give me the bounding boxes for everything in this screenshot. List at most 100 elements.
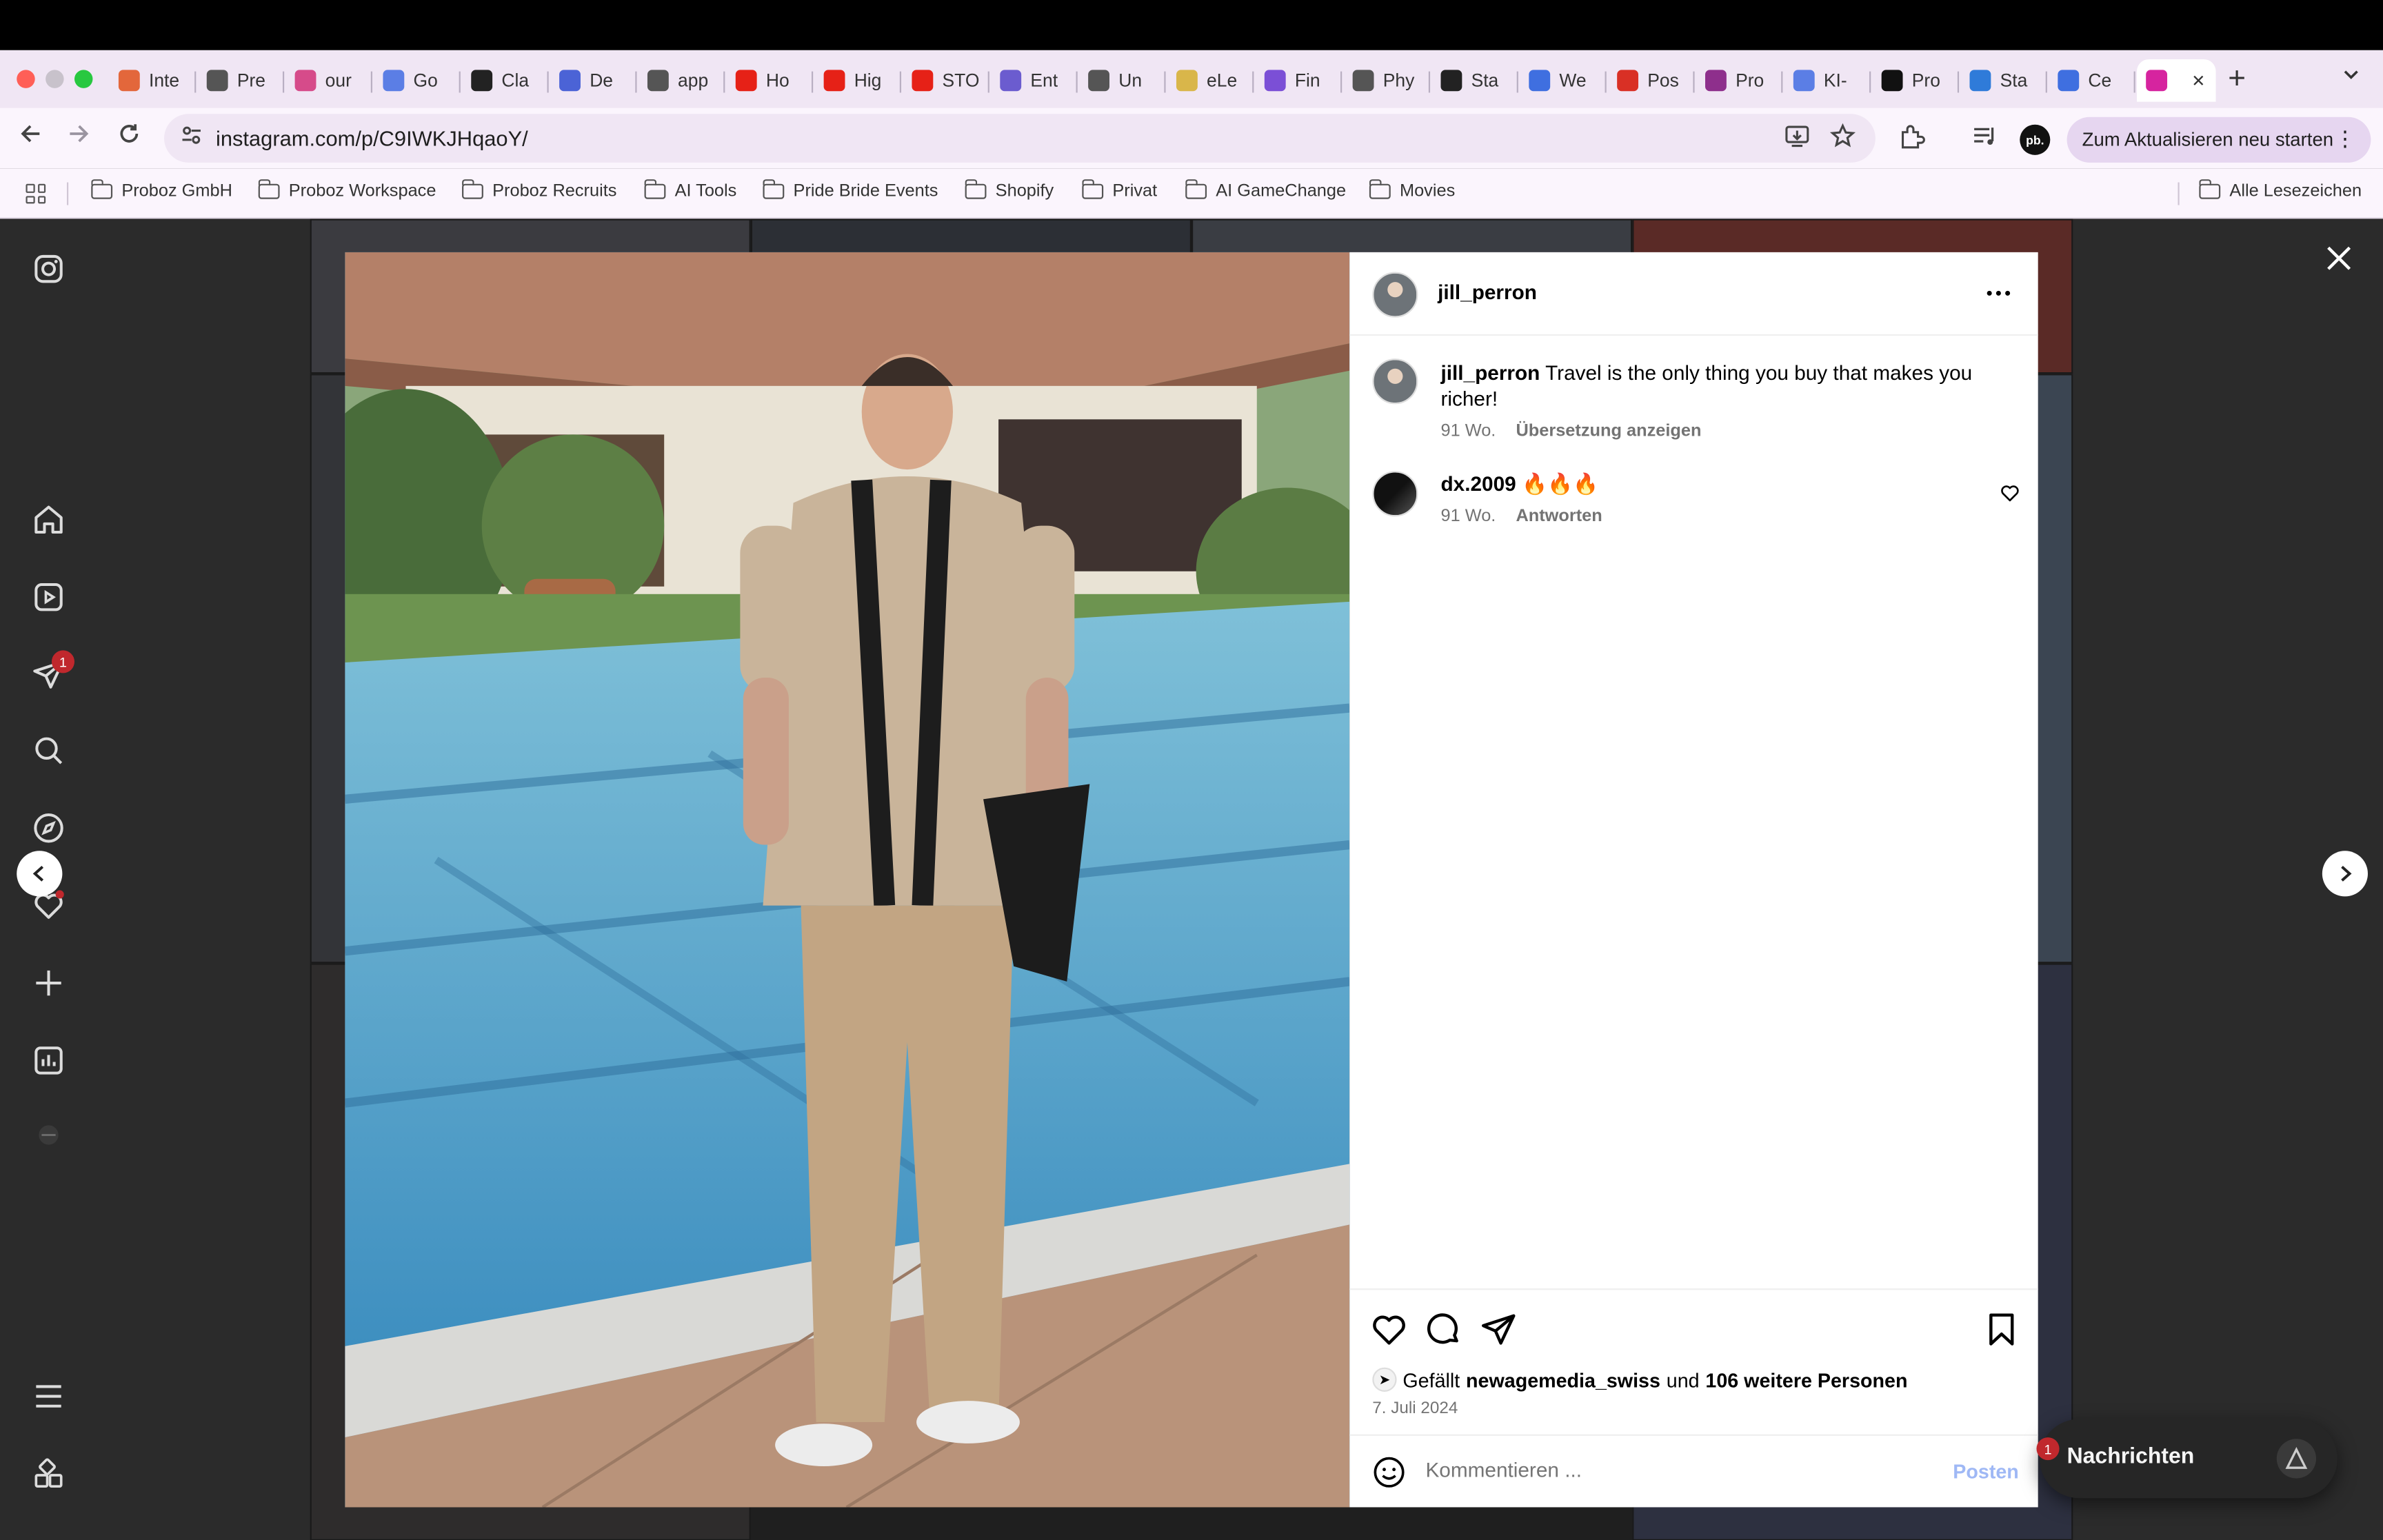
messages-widget[interactable]: 1 Nachrichten — [2036, 1419, 2337, 1499]
media-controls-icon[interactable] — [1971, 123, 1999, 156]
bookmark-star-icon[interactable] — [1829, 123, 1856, 155]
browser-tab[interactable]: Hig — [814, 59, 896, 102]
close-modal-button[interactable] — [2325, 240, 2353, 283]
site-settings-icon[interactable] — [179, 123, 203, 152]
browser-tab[interactable]: Fin — [1256, 59, 1338, 102]
bookmark-folder[interactable]: AI Tools — [643, 179, 736, 201]
install-app-icon[interactable] — [1784, 123, 1810, 155]
elevenlabs-icon — [1176, 70, 1198, 92]
likes-others[interactable]: 106 weitere Personen — [1705, 1368, 1907, 1391]
previous-post-button[interactable] — [17, 851, 63, 897]
new-tab-button[interactable]: + — [2228, 62, 2246, 97]
globe-icon — [1088, 70, 1109, 92]
bookmark-folder[interactable]: Pride Bride Events — [762, 179, 938, 201]
comment-input[interactable] — [1425, 1458, 1927, 1481]
caption-author-avatar[interactable] — [1372, 358, 1418, 405]
browser-tab[interactable]: Sta — [1431, 59, 1514, 102]
author-avatar[interactable] — [1372, 272, 1418, 318]
back-button[interactable] — [18, 121, 42, 153]
more-horizontal-icon — [1987, 290, 2011, 296]
browser-tab[interactable]: Ho — [727, 59, 809, 102]
apps-grid-icon[interactable] — [26, 183, 46, 204]
bookmark-folder[interactable]: Movies — [1368, 179, 1455, 201]
comment-button[interactable] — [1425, 1311, 1462, 1348]
browser-tab[interactable]: We — [1520, 59, 1602, 102]
minimize-window-button[interactable] — [46, 70, 64, 88]
browser-tab[interactable]: Ce — [2049, 59, 2131, 102]
extensions-icon[interactable] — [1898, 123, 1926, 156]
close-window-button[interactable] — [17, 70, 35, 88]
browser-tab[interactable]: Cla — [462, 59, 544, 102]
tab-label: Ho — [765, 70, 790, 92]
tab-separator — [1516, 71, 1518, 93]
liker-avatar[interactable]: ➤ — [1372, 1367, 1397, 1392]
browser-tab[interactable]: Inte — [110, 59, 192, 102]
like-comment-button[interactable] — [2000, 483, 2020, 511]
bookmark-folder[interactable]: Proboz Workspace — [257, 179, 436, 201]
bookmark-folder[interactable]: Proboz GmbH — [90, 179, 232, 201]
reels-icon[interactable] — [30, 579, 67, 616]
browser-tab[interactable]: Pro — [1872, 59, 1954, 102]
likes-user[interactable]: newagemedia_swiss — [1466, 1368, 1660, 1391]
commenter-avatar[interactable] — [1372, 471, 1418, 517]
update-restart-button[interactable]: Zum Aktualisieren neu starten ⋮ — [2067, 116, 2371, 163]
comment-meta: 91 Wo. Antworten — [1440, 507, 1602, 525]
browser-tab[interactable]: Go — [374, 59, 456, 102]
browser-tab[interactable]: Un — [1079, 59, 1161, 102]
folder-icon — [461, 179, 483, 199]
close-tab-icon[interactable]: ✕ — [2191, 70, 2205, 90]
reply-link[interactable]: Antworten — [1516, 507, 1602, 525]
emoji-button[interactable] — [1372, 1456, 1405, 1489]
search-icon[interactable] — [30, 732, 67, 769]
meta-apps-icon[interactable] — [30, 1456, 67, 1492]
browser-tab[interactable]: Phy — [1343, 59, 1425, 102]
tab-separator — [370, 71, 373, 93]
maximize-window-button[interactable] — [74, 70, 93, 88]
browser-tab[interactable]: Pos — [1608, 59, 1690, 102]
browser-tab[interactable]: ✕ — [2136, 59, 2216, 102]
next-post-button[interactable] — [2322, 851, 2368, 897]
show-translation-link[interactable]: Übersetzung anzeigen — [1516, 423, 1701, 440]
like-button[interactable] — [1371, 1311, 1407, 1348]
caption-username[interactable]: jill_perron — [1440, 362, 1540, 385]
post-comment-button[interactable]: Posten — [1953, 1460, 2019, 1483]
comment-username[interactable]: dx.2009 — [1440, 472, 1516, 495]
browser-tab[interactable]: Sta — [1960, 59, 2042, 102]
bookmark-folder[interactable]: Proboz Recruits — [461, 179, 616, 201]
share-button[interactable] — [1480, 1311, 1517, 1348]
bookmark-folder[interactable]: Privat — [1081, 179, 1157, 201]
bookmark-folder[interactable]: Shopify — [964, 179, 1054, 201]
browser-tab[interactable]: De — [550, 59, 632, 102]
profile-avatar-icon[interactable] — [30, 1117, 67, 1153]
home-icon[interactable] — [30, 501, 67, 538]
reload-button[interactable] — [117, 121, 141, 153]
author-username[interactable]: jill_perron — [1438, 281, 1537, 304]
post-options-button[interactable] — [1985, 280, 2013, 315]
dashboard-chart-icon[interactable] — [30, 1042, 67, 1079]
instagram-logo-icon[interactable] — [30, 251, 67, 287]
browser-tab[interactable]: KI- — [1784, 59, 1867, 102]
all-bookmarks-button[interactable]: Alle Lesezeichen — [2198, 179, 2362, 201]
bookmark-folder[interactable]: AI GameChange — [1185, 179, 1346, 201]
explore-compass-icon[interactable] — [30, 810, 67, 847]
messages-contact-avatar[interactable] — [2276, 1439, 2317, 1479]
profile-avatar[interactable]: pb. — [2020, 124, 2051, 155]
browser-tab[interactable]: Pre — [198, 59, 280, 102]
address-bar[interactable]: instagram.com/p/C9IWKJHqaoY/ — [164, 114, 1876, 163]
url-text[interactable]: instagram.com/p/C9IWKJHqaoY/ — [216, 126, 528, 150]
reload-icon — [120, 124, 139, 143]
forward-button[interactable] — [67, 121, 91, 153]
create-plus-icon[interactable] — [30, 965, 67, 1002]
post-date[interactable]: 7. Juli 2024 — [1372, 1399, 1458, 1417]
browser-tab[interactable]: STO — [903, 59, 985, 102]
browser-tab[interactable]: app — [639, 59, 721, 102]
save-button[interactable] — [1983, 1311, 2020, 1348]
more-menu-icon[interactable] — [30, 1378, 67, 1415]
browser-tab[interactable]: our — [285, 59, 368, 102]
browser-tab[interactable]: Pro — [1696, 59, 1778, 102]
browser-tab[interactable]: Ent — [991, 59, 1073, 102]
chevron-left-icon — [32, 865, 44, 882]
browser-tab[interactable]: eLe — [1167, 59, 1249, 102]
tab-separator — [2133, 71, 2135, 93]
tab-search-button[interactable] — [2342, 65, 2360, 88]
